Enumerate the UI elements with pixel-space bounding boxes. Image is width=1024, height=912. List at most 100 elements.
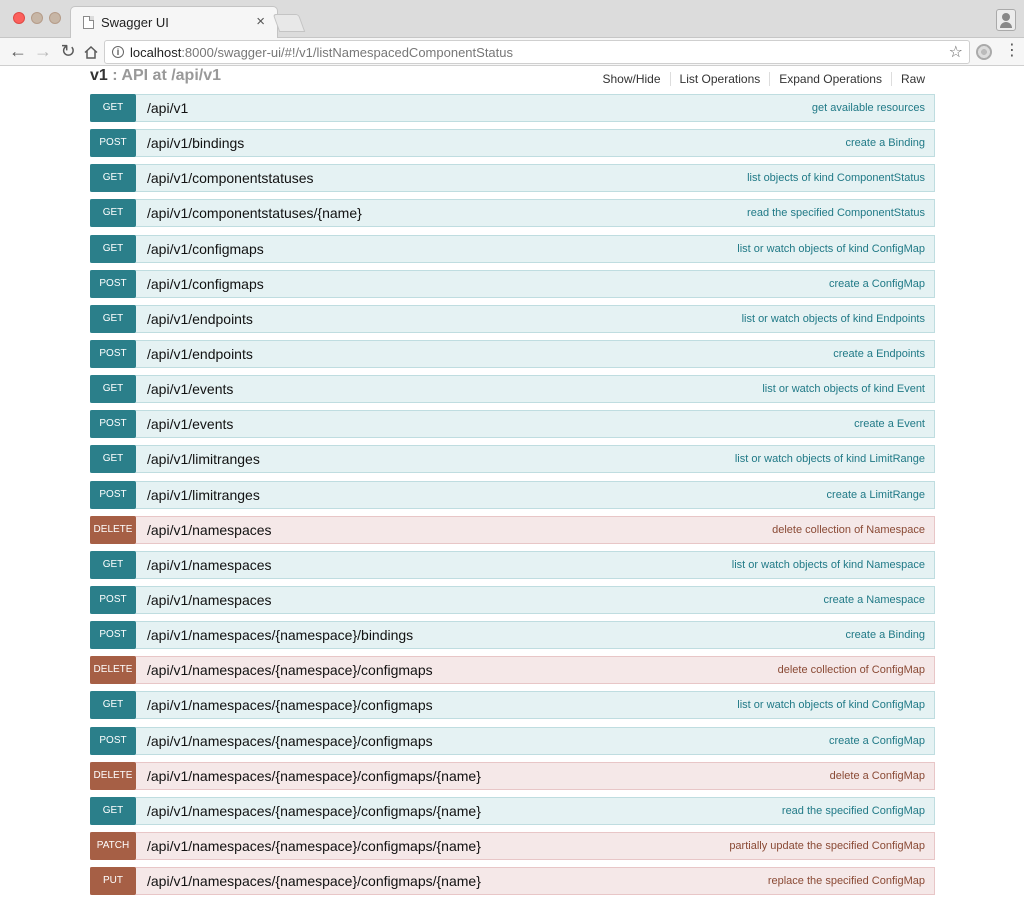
operation-path[interactable]: /api/v1/endpoints (147, 311, 253, 327)
operation-row[interactable]: PUT/api/v1/namespaces/{namespace}/config… (90, 867, 935, 896)
new-tab-button[interactable] (272, 14, 306, 32)
operation-path[interactable]: /api/v1/namespaces/{namespace}/configmap… (147, 873, 481, 889)
operation-row[interactable]: POST/api/v1/events create a Event (90, 410, 935, 439)
operation-summary[interactable]: list objects of kind ComponentStatus (747, 172, 925, 184)
operation-row[interactable]: GET/api/v1/endpoints list or watch object… (90, 304, 935, 333)
method-badge[interactable]: GET (90, 94, 136, 122)
back-icon[interactable]: ← (8, 41, 28, 61)
operation-summary[interactable]: read the specified ComponentStatus (747, 207, 925, 219)
expand-operations-link[interactable]: Expand Operations (770, 72, 892, 86)
operation-summary[interactable]: create a LimitRange (827, 489, 925, 501)
method-badge[interactable]: GET (90, 550, 136, 579)
operation-summary[interactable]: delete collection of Namespace (772, 524, 925, 536)
show-hide-link[interactable]: Show/Hide (594, 72, 671, 86)
address-bar[interactable]: i localhost:8000/swagger-ui/#!/v1/listNa… (104, 40, 970, 64)
method-badge[interactable]: GET (90, 234, 136, 263)
method-badge[interactable]: POST (90, 129, 136, 158)
operation-row[interactable]: PATCH/api/v1/namespaces/{namespace}/conf… (90, 831, 935, 860)
operation-row[interactable]: GET/api/v1/events list or watch objects o… (90, 375, 935, 404)
operation-summary[interactable]: list or watch objects of kind LimitRange (735, 453, 925, 465)
operation-path[interactable]: /api/v1/events (147, 416, 233, 432)
operation-row[interactable]: DELETE/api/v1/namespaces delete collectio… (90, 515, 935, 544)
resource-name[interactable]: v1 (90, 67, 108, 84)
operation-path[interactable]: /api/v1/namespaces/{namespace}/configmap… (147, 768, 481, 784)
method-badge[interactable]: POST (90, 269, 136, 298)
operation-summary[interactable]: list or watch objects of kind Namespace (732, 559, 925, 571)
method-badge[interactable]: PATCH (90, 831, 136, 860)
operation-path[interactable]: /api/v1/namespaces/{namespace}/configmap… (147, 733, 433, 749)
operation-row[interactable]: POST/api/v1/bindings create a Binding (90, 129, 935, 158)
operation-path[interactable]: /api/v1/namespaces (147, 522, 272, 538)
operation-path[interactable]: /api/v1/componentstatuses (147, 170, 314, 186)
method-badge[interactable]: GET (90, 164, 136, 193)
operation-path[interactable]: /api/v1 (147, 100, 188, 116)
method-badge[interactable]: GET (90, 375, 136, 404)
operation-row[interactable]: DELETE/api/v1/namespaces/{namespace}/con… (90, 656, 935, 685)
operation-row[interactable]: DELETE/api/v1/namespaces/{namespace}/con… (90, 761, 935, 790)
operation-summary[interactable]: list or watch objects of kind Endpoints (742, 313, 925, 325)
operation-path[interactable]: /api/v1/namespaces/{namespace}/configmap… (147, 662, 433, 678)
operation-summary[interactable]: create a Binding (846, 629, 926, 641)
method-badge[interactable]: DELETE (90, 761, 136, 790)
star-icon[interactable]: ☆ (949, 42, 963, 62)
operation-row[interactable]: POST/api/v1/endpoints create a Endpoints (90, 339, 935, 368)
menu-icon[interactable]: ⋮ (1004, 42, 1020, 60)
method-badge[interactable]: PUT (90, 867, 136, 896)
operation-path[interactable]: /api/v1/namespaces/{namespace}/configmap… (147, 697, 433, 713)
forward-icon[interactable]: → (33, 41, 53, 61)
resource-title[interactable]: v1 : API at /api/v1 (90, 67, 221, 85)
operation-row[interactable]: GET/api/v1 get available resources (90, 94, 935, 122)
operation-summary[interactable]: get available resources (812, 102, 925, 114)
url-text[interactable]: localhost:8000/swagger-ui/#!/v1/listName… (130, 45, 513, 60)
operation-path[interactable]: /api/v1/componentstatuses/{name} (147, 205, 362, 221)
maximize-window-button[interactable] (49, 12, 61, 24)
home-icon[interactable] (84, 46, 98, 59)
operation-summary[interactable]: create a Namespace (824, 594, 926, 606)
operation-summary[interactable]: list or watch objects of kind ConfigMap (737, 243, 925, 255)
operation-row[interactable]: GET/api/v1/namespaces/{namespace}/config… (90, 691, 935, 720)
close-window-button[interactable] (13, 12, 25, 24)
operation-path[interactable]: /api/v1/bindings (147, 135, 244, 151)
method-badge[interactable]: POST (90, 410, 136, 439)
list-operations-link[interactable]: List Operations (671, 72, 771, 86)
operation-summary[interactable]: list or watch objects of kind ConfigMap (737, 699, 925, 711)
operation-summary[interactable]: delete collection of ConfigMap (778, 664, 925, 676)
operation-row[interactable]: POST/api/v1/namespaces/{namespace}/bindi… (90, 621, 935, 650)
operation-summary[interactable]: partially update the specified ConfigMap (729, 840, 925, 852)
method-badge[interactable]: POST (90, 585, 136, 614)
raw-link[interactable]: Raw (892, 72, 925, 86)
method-badge[interactable]: GET (90, 691, 136, 720)
operation-path[interactable]: /api/v1/limitranges (147, 487, 260, 503)
operation-summary[interactable]: create a ConfigMap (829, 735, 925, 747)
operation-path[interactable]: /api/v1/namespaces/{namespace}/configmap… (147, 838, 481, 854)
operation-row[interactable]: GET/api/v1/namespaces/{namespace}/config… (90, 796, 935, 825)
info-icon[interactable]: i (112, 46, 124, 58)
method-badge[interactable]: DELETE (90, 515, 136, 544)
reload-icon[interactable]: ↻ (58, 41, 78, 61)
method-badge[interactable]: DELETE (90, 656, 136, 685)
operation-path[interactable]: /api/v1/namespaces/{namespace}/bindings (147, 627, 413, 643)
minimize-window-button[interactable] (31, 12, 43, 24)
operation-summary[interactable]: read the specified ConfigMap (782, 805, 925, 817)
operation-summary[interactable]: create a Binding (846, 137, 926, 149)
operation-summary[interactable]: create a Event (854, 418, 925, 430)
operation-path[interactable]: /api/v1/namespaces (147, 592, 272, 608)
operation-path[interactable]: /api/v1/configmaps (147, 276, 264, 292)
operation-path[interactable]: /api/v1/limitranges (147, 451, 260, 467)
method-badge[interactable]: GET (90, 445, 136, 474)
extension-icon[interactable] (976, 44, 992, 60)
method-badge[interactable]: POST (90, 621, 136, 650)
browser-tab[interactable]: Swagger UI × (70, 6, 278, 38)
method-badge[interactable]: POST (90, 726, 136, 755)
method-badge[interactable]: POST (90, 480, 136, 509)
operation-path[interactable]: /api/v1/namespaces (147, 557, 272, 573)
operation-row[interactable]: POST/api/v1/limitranges create a LimitRan… (90, 480, 935, 509)
operation-summary[interactable]: create a Endpoints (833, 348, 925, 360)
operation-row[interactable]: GET/api/v1/componentstatuses list objects… (90, 164, 935, 193)
operation-row[interactable]: GET/api/v1/configmaps list or watch objec… (90, 234, 935, 263)
operation-summary[interactable]: delete a ConfigMap (830, 770, 925, 782)
profile-icon[interactable] (996, 9, 1016, 31)
operation-row[interactable]: GET/api/v1/limitranges list or watch obje… (90, 445, 935, 474)
method-badge[interactable]: GET (90, 796, 136, 825)
operation-summary[interactable]: list or watch objects of kind Event (762, 383, 925, 395)
